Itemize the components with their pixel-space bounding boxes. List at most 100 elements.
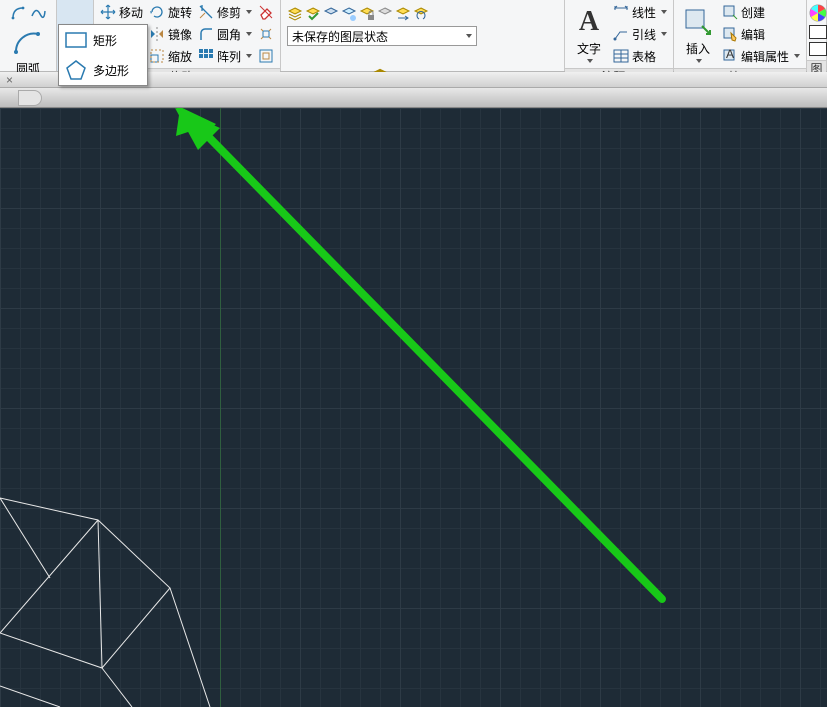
chevron-down-icon — [246, 10, 252, 14]
layer-match-button[interactable] — [395, 4, 411, 24]
shape-dropdown-popup: 矩形 多边形 — [58, 24, 148, 86]
layer-lock-button[interactable] — [359, 4, 375, 24]
group-block: 插入 创建 编辑 A 编辑属性 块 — [674, 0, 807, 71]
rotate-button[interactable]: 旋转 — [147, 2, 194, 22]
dropdown-item-polygon[interactable]: 多边形 — [59, 55, 147, 85]
table-icon — [613, 48, 629, 64]
layer-state-combo[interactable]: 未保存的图层状态 — [287, 26, 477, 46]
rectangle-icon — [65, 29, 87, 51]
group-annotate: A 文字 线性 引线 表格 — [565, 0, 674, 71]
group-draw: 圆弧 — [0, 0, 57, 71]
arc-tool-button[interactable] — [4, 2, 52, 22]
linear-dim-icon — [613, 4, 629, 20]
layer-off-icon — [377, 6, 393, 22]
drawing-canvas[interactable] — [0, 108, 827, 707]
block-edit-icon — [722, 26, 738, 42]
insert-block-button[interactable]: 插入 — [678, 2, 718, 65]
eraser-icon — [258, 4, 274, 20]
layer-iso-icon — [323, 6, 339, 22]
chevron-down-icon — [661, 10, 667, 14]
mirror-icon — [149, 26, 165, 42]
offset-icon — [258, 48, 274, 64]
block-editattr-button[interactable]: A 编辑属性 — [720, 46, 802, 66]
insert-label: 插入 — [686, 40, 710, 57]
block-edit-label: 编辑 — [741, 26, 765, 43]
insert-block-icon — [682, 6, 714, 38]
group-layers: 未保存的图层状态 0 图层 — [281, 0, 565, 71]
close-tab-icon[interactable]: × — [6, 73, 13, 87]
leader-button[interactable]: 引线 — [611, 24, 669, 44]
chevron-down-icon — [466, 34, 472, 38]
fillet-button[interactable]: 圆角 — [196, 24, 254, 44]
layer-prev-icon — [413, 6, 429, 22]
linear-dim-button[interactable]: 线性 — [611, 2, 669, 22]
fillet-icon — [198, 26, 214, 42]
block-create-icon — [722, 4, 738, 20]
block-edit-button[interactable]: 编辑 — [720, 24, 802, 44]
layer-prev-button[interactable] — [413, 4, 429, 24]
rectangle-label: 矩形 — [93, 32, 117, 49]
arc-icon — [11, 4, 27, 20]
layer-freeze-button[interactable] — [341, 4, 357, 24]
dropdown-item-rectangle[interactable]: 矩形 — [59, 25, 147, 55]
layer-off-button[interactable] — [377, 4, 393, 24]
leader-icon — [613, 26, 629, 42]
rotate-icon — [149, 4, 165, 20]
grid-major — [0, 108, 827, 707]
layer-iso-button[interactable] — [323, 4, 339, 24]
text-icon: A — [573, 6, 605, 38]
array-icon — [198, 48, 214, 64]
erase-button[interactable] — [256, 2, 276, 22]
trim-label: 修剪 — [217, 4, 241, 21]
move-icon — [100, 4, 116, 20]
chevron-down-icon — [246, 32, 252, 36]
group-properties: 图 — [807, 0, 827, 71]
axis-line — [220, 108, 221, 707]
layer-match-icon — [395, 6, 411, 22]
block-editattr-icon: A — [722, 48, 738, 64]
new-tab-button[interactable] — [18, 90, 42, 106]
offset-button[interactable] — [256, 46, 276, 66]
layer-freeze-icon — [341, 6, 357, 22]
move-button[interactable]: 移动 — [98, 2, 145, 22]
chevron-down-icon — [587, 59, 593, 63]
chevron-down-icon — [246, 54, 252, 58]
table-button[interactable]: 表格 — [611, 46, 669, 66]
rotate-label: 旋转 — [168, 4, 192, 21]
chevron-down-icon — [661, 32, 667, 36]
scale-icon — [149, 48, 165, 64]
block-create-label: 创建 — [741, 4, 765, 21]
mirror-button[interactable]: 镜像 — [147, 24, 194, 44]
explode-button[interactable] — [256, 24, 276, 44]
layer-prop-button[interactable] — [287, 4, 303, 24]
explode-icon — [258, 26, 274, 42]
layer-stack-icon — [287, 6, 303, 22]
mirror-label: 镜像 — [168, 26, 192, 43]
polygon-icon — [65, 59, 87, 81]
trim-button[interactable]: 修剪 — [196, 2, 254, 22]
linear-label: 线性 — [632, 4, 656, 21]
chevron-down-icon — [794, 54, 800, 58]
bylayer-swatch[interactable] — [809, 25, 827, 39]
layer-lock-icon — [359, 6, 375, 22]
chevron-down-icon — [696, 59, 702, 63]
layer-states-button[interactable] — [305, 4, 321, 24]
polygon-label: 多边形 — [93, 62, 129, 79]
text-button[interactable]: A 文字 — [569, 2, 609, 65]
table-label: 表格 — [632, 48, 656, 65]
move-label: 移动 — [119, 4, 143, 21]
spline-icon — [30, 4, 46, 20]
block-editattr-label: 编辑属性 — [741, 48, 789, 65]
array-button[interactable]: 阵列 — [196, 46, 254, 66]
trim-icon — [198, 4, 214, 20]
layer-check-icon — [305, 6, 321, 22]
scale-label: 缩放 — [168, 48, 192, 65]
array-label: 阵列 — [217, 48, 241, 65]
color-wheel-icon[interactable] — [809, 4, 827, 22]
text-label: 文字 — [577, 40, 601, 57]
scale-button[interactable]: 缩放 — [147, 46, 194, 66]
arc-big-button[interactable]: 圆弧 — [8, 22, 48, 79]
block-create-button[interactable]: 创建 — [720, 2, 802, 22]
bylayer-swatch2[interactable] — [809, 42, 827, 56]
fillet-label: 圆角 — [217, 26, 241, 43]
